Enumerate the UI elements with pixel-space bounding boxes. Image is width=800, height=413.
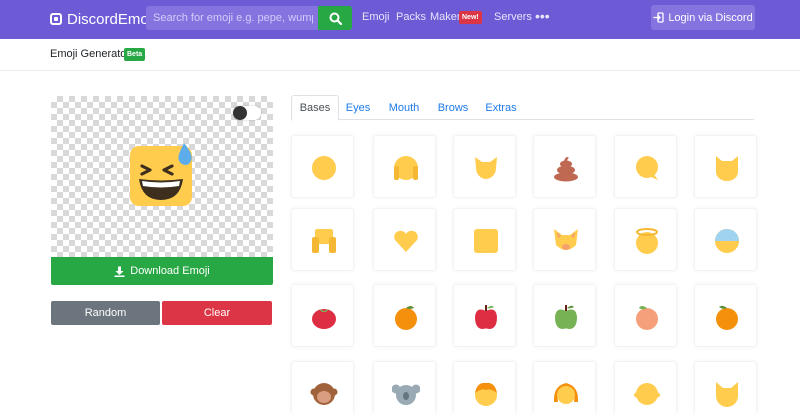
tab-mouth[interactable]: Mouth <box>383 95 425 120</box>
circle-base-icon <box>312 156 336 180</box>
koala-base-icon <box>392 384 420 405</box>
nav-packs-link[interactable]: Packs <box>396 11 426 23</box>
part-tile[interactable] <box>533 208 596 271</box>
heart-base-icon <box>394 230 418 252</box>
download-label: Download Emoji <box>130 265 210 277</box>
nav-servers-link[interactable]: Servers <box>494 11 532 23</box>
brand-name: DiscordEmoji <box>67 10 156 28</box>
tangerine-base-icon <box>716 305 738 330</box>
pigtails-base-icon <box>553 383 579 404</box>
horned-base-icon <box>475 157 497 179</box>
random-label: Random <box>84 307 127 319</box>
clear-button[interactable]: Clear <box>162 301 272 325</box>
part-tabs: Bases Eyes Mouth Brows Extras <box>291 95 754 121</box>
base-parts-grid <box>290 130 760 413</box>
clear-label: Clear <box>203 307 231 319</box>
part-tile[interactable] <box>453 361 516 413</box>
cat-base-icon <box>716 156 738 181</box>
part-tile[interactable] <box>533 284 596 347</box>
login-label: Login via Discord <box>668 11 753 24</box>
page-title: Emoji Generator <box>50 48 131 60</box>
toggle-knob <box>233 106 247 120</box>
part-tile[interactable] <box>694 361 757 413</box>
cold-base-icon <box>715 229 739 253</box>
top-navbar: DiscordEmoji Emoji Packs Maker New! Serv… <box>0 0 800 39</box>
tab-extras[interactable]: Extras <box>481 95 521 120</box>
tab-eyes[interactable]: Eyes <box>339 95 377 120</box>
part-tile[interactable] <box>453 135 516 198</box>
part-tile[interactable] <box>694 208 757 271</box>
part-tile[interactable] <box>453 284 516 347</box>
part-tile[interactable] <box>614 361 677 413</box>
part-tile[interactable] <box>373 208 436 271</box>
hands-base-icon <box>312 229 336 253</box>
fox-base-icon <box>554 229 578 250</box>
login-button[interactable]: Login via Discord <box>651 5 755 30</box>
tomato-base-icon <box>312 309 336 329</box>
download-icon <box>114 266 125 277</box>
part-tile[interactable] <box>291 208 354 271</box>
cat-ears-base-icon <box>716 382 738 407</box>
download-emoji-button[interactable]: Download Emoji <box>51 257 273 285</box>
part-tile[interactable] <box>694 284 757 347</box>
grinning-sweat-emoji-preview-icon <box>130 143 192 206</box>
part-tile[interactable] <box>453 208 516 271</box>
peach-base-icon <box>636 306 658 330</box>
part-tile[interactable] <box>533 361 596 413</box>
part-tile[interactable] <box>614 208 677 271</box>
poop-base-icon <box>554 157 578 182</box>
background-toggle[interactable] <box>233 106 261 120</box>
nav-maker-link[interactable]: Maker <box>430 11 461 23</box>
part-tile[interactable] <box>373 361 436 413</box>
tab-bases[interactable]: Bases <box>291 95 339 121</box>
search-input[interactable] <box>146 6 320 30</box>
beta-badge: Beta <box>124 48 146 61</box>
part-tile[interactable] <box>373 135 436 198</box>
bald-base-icon <box>634 383 660 405</box>
round-ears-base-icon <box>394 156 418 180</box>
orange-base-icon <box>395 306 417 330</box>
new-badge: New! <box>459 11 482 24</box>
part-tile[interactable] <box>291 135 354 198</box>
search-icon <box>329 12 342 25</box>
tab-brows[interactable]: Brows <box>431 95 475 120</box>
part-tile[interactable] <box>614 135 677 198</box>
green-apple-base-icon <box>555 305 577 329</box>
more-menu-button[interactable]: ••• <box>535 8 550 24</box>
speech-bubble-base-icon <box>636 156 658 180</box>
apple-base-icon <box>475 305 497 329</box>
discord-emoji-logo-icon <box>50 13 62 25</box>
part-tile[interactable] <box>291 284 354 347</box>
part-tile[interactable] <box>614 284 677 347</box>
random-button[interactable]: Random <box>51 301 160 325</box>
monkey-base-icon <box>310 383 338 405</box>
search-button[interactable] <box>318 6 352 30</box>
part-tile[interactable] <box>694 135 757 198</box>
nav-emoji-link[interactable]: Emoji <box>362 11 390 23</box>
part-tile[interactable] <box>533 135 596 198</box>
halo-base-icon <box>636 228 658 254</box>
login-icon <box>653 12 664 23</box>
hair-base-icon <box>475 382 497 406</box>
brand-logo[interactable]: DiscordEmoji <box>50 9 155 29</box>
part-tile[interactable] <box>291 361 354 413</box>
part-tile[interactable] <box>373 284 436 347</box>
square-base-icon <box>474 229 498 253</box>
